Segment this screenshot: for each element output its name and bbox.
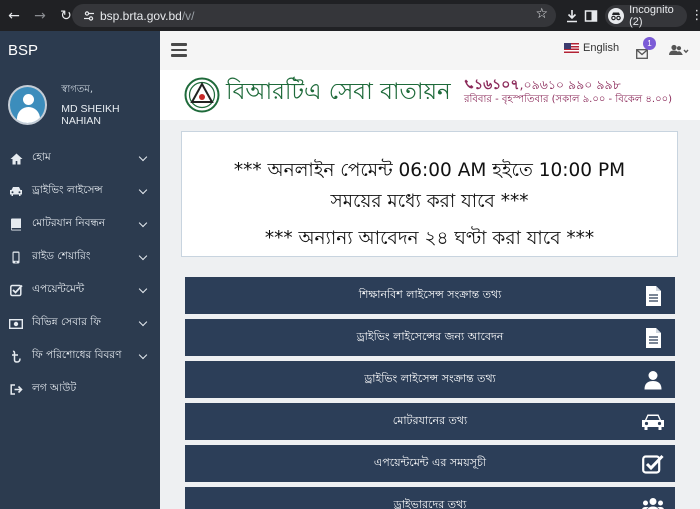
service-driving-license-info[interactable]: ড্রাইভিং লাইসেন্স সংক্রান্ত তথ্য	[185, 361, 675, 398]
side-panel-icon[interactable]	[582, 5, 602, 27]
document-icon	[641, 326, 665, 350]
site-title: বিআরটিএ সেবা বাতায়ন	[226, 79, 451, 105]
brta-logo-icon	[184, 77, 220, 113]
document-icon	[641, 284, 665, 308]
forward-arrow-icon[interactable]: →	[28, 4, 52, 28]
service-learner-license-info[interactable]: শিক্ষানবিশ লাইসেন্স সংক্রান্ত তথ্য	[185, 277, 675, 314]
money-icon	[9, 318, 23, 329]
car-icon	[9, 186, 23, 197]
service-vehicle-info[interactable]: মোটরযানের তথ্য	[185, 403, 675, 440]
browser-menu-icon[interactable]: ⋮	[687, 5, 700, 27]
bookmark-star-icon[interactable]: ☆	[535, 6, 548, 22]
back-arrow-icon[interactable]: ←	[2, 4, 26, 28]
download-icon[interactable]	[562, 5, 582, 27]
avatar	[8, 84, 48, 125]
chevron-down-icon	[138, 152, 148, 162]
welcome-text: স্বাগতম,	[61, 84, 94, 95]
service-driving-license-application[interactable]: ড্রাইভিং লাইসেন্সের জন্য আবেদন	[185, 319, 675, 356]
checkbox-icon	[9, 284, 23, 297]
chevron-down-icon	[138, 350, 148, 360]
group-icon	[641, 494, 665, 509]
site-header: বিআরটিএ সেবা বাতায়ন ১৬১০৭,০৯৬১০ ৯৯০ ৯৯৮…	[160, 70, 700, 120]
book-icon	[9, 218, 23, 231]
notice-line-2: সময়ের মধ্যে করা যাবে ***	[330, 191, 529, 212]
chevron-down-icon	[138, 284, 148, 294]
service-appointment-schedule[interactable]: এপয়েন্টমেন্ট এর সময়সূচী	[185, 445, 675, 482]
car-icon	[641, 410, 665, 434]
browser-toolbar: ← → ↻ bsp.brta.gov.bd/v/ ☆ Incognito (2)…	[0, 0, 700, 31]
service-list: শিক্ষানবিশ লাইসেন্স সংক্রান্ত তথ্য ড্রাই…	[185, 277, 675, 509]
hamburger-menu-icon[interactable]	[171, 43, 187, 57]
office-hours: রবিবার - বৃহস্পতিবার (সকাল ৯.০০ - বিকেল …	[464, 94, 672, 105]
language-switcher[interactable]: English	[564, 42, 619, 54]
sidebar-item-home[interactable]: হোম	[0, 142, 160, 175]
sidebar-item-service-fees[interactable]: বিভিন্ন সেবার ফি	[0, 307, 160, 340]
sidebar-item-vehicle-registration[interactable]: মোটরযান নিবন্ধন	[0, 208, 160, 241]
sidebar-item-fee-payment-details[interactable]: ফি পরিশোধের বিবরণ	[0, 340, 160, 373]
checkbox-icon	[641, 452, 665, 476]
notice-line-1: *** অনলাইন পেমেন্ট 06:00 AM হইতে 10:00 P…	[233, 160, 626, 181]
chevron-down-icon	[138, 251, 148, 261]
home-icon	[9, 153, 23, 165]
phone-icon	[464, 79, 474, 89]
incognito-label: Incognito (2)	[629, 3, 674, 28]
brand-logo-text[interactable]: BSP	[0, 31, 160, 69]
address-bar[interactable]: bsp.brta.gov.bd/v/ ☆	[72, 4, 556, 27]
sidebar-item-appointment[interactable]: এপয়েন্টমেন্ট	[0, 274, 160, 307]
sidebar: BSP স্বাগতম, MD SHEIKH NAHIAN হোম ড্রাইভ…	[0, 31, 160, 509]
chevron-down-icon	[138, 218, 148, 228]
main-content: *** অনলাইন পেমেন্ট 06:00 AM হইতে 10:00 P…	[160, 120, 700, 509]
site-info-icon[interactable]	[80, 10, 98, 22]
payment-notice-box: *** অনলাইন পেমেন্ট 06:00 AM হইতে 10:00 P…	[181, 131, 678, 257]
service-driver-info[interactable]: ড্রাইভারদের তথ্য	[185, 487, 675, 509]
sidebar-menu: হোম ড্রাইভিং লাইসেন্স মোটরযান নিবন্ধন রা…	[0, 142, 160, 406]
sidebar-item-driving-license[interactable]: ড্রাইভিং লাইসেন্স	[0, 175, 160, 208]
user-name: MD SHEIKH NAHIAN	[61, 103, 120, 127]
incognito-profile-button[interactable]: Incognito (2)	[605, 3, 688, 28]
url-text: bsp.brta.gov.bd/v/	[100, 8, 195, 23]
incognito-icon	[608, 7, 625, 24]
notice-line-3: *** অন্যান্য আবেদন ২৪ ঘণ্টা করা যাবে ***	[264, 228, 595, 249]
us-flag-icon	[564, 43, 579, 53]
user-panel: স্বাগতম, MD SHEIKH NAHIAN	[8, 82, 160, 127]
user-icon	[641, 368, 665, 392]
sidebar-item-ride-sharing[interactable]: রাইড শেয়ারিং	[0, 241, 160, 274]
chevron-down-icon	[138, 317, 148, 327]
top-navbar: English 1	[160, 31, 700, 70]
sign-out-icon	[9, 384, 23, 395]
sidebar-item-logout[interactable]: লগ আউট	[0, 373, 160, 406]
taka-icon	[9, 350, 23, 363]
users-dropdown-icon[interactable]	[667, 43, 689, 62]
mobile-icon	[9, 251, 23, 264]
chevron-down-icon	[138, 185, 148, 195]
message-count-badge: 1	[643, 37, 656, 50]
